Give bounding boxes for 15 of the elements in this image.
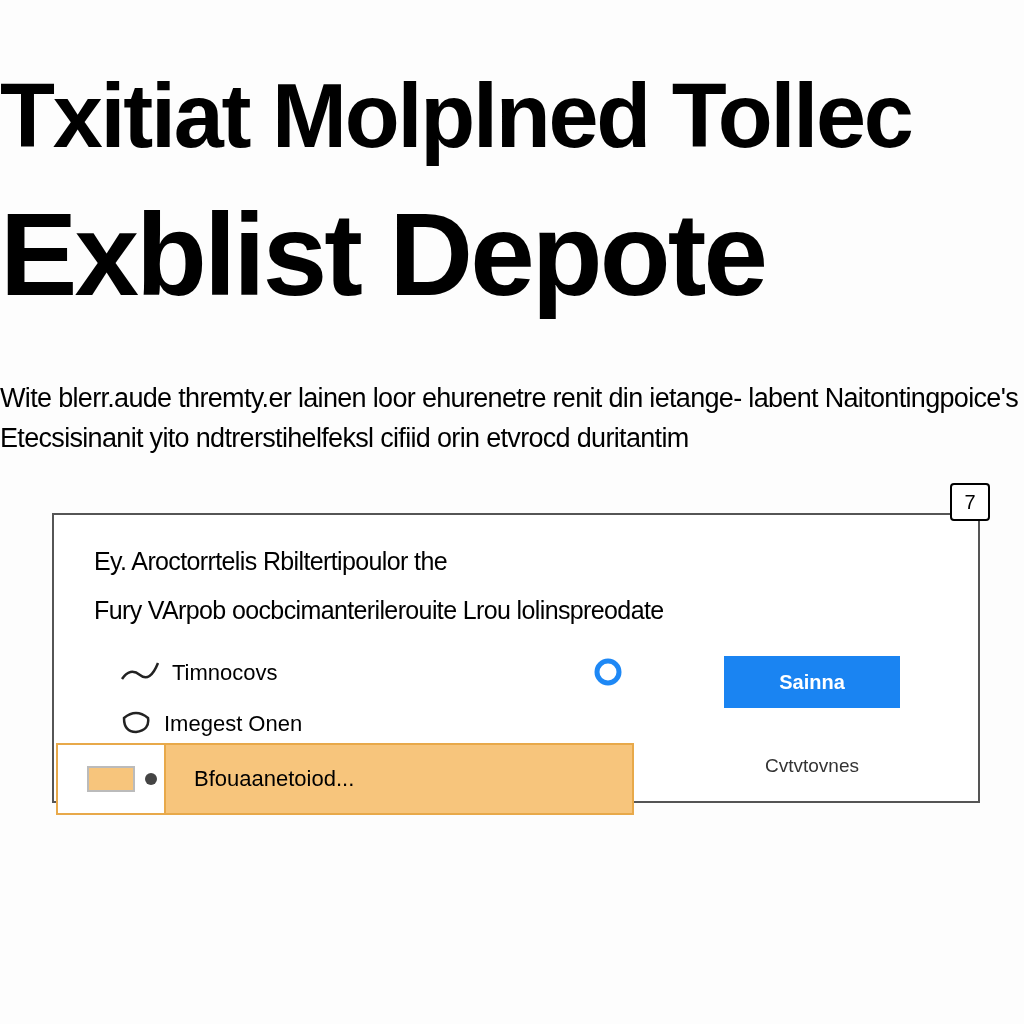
chat-icon <box>120 710 152 736</box>
secondary-link[interactable]: Cvtvtovnes <box>765 751 859 780</box>
dialog-text: Ey. Aroctorrtelis Rbiltertipoulor the <box>94 545 448 577</box>
dialog-text: Fury VArpob oocbcimanterilerouite Lrou lolinspreodate <box>94 595 665 626</box>
notification-text: Bfouaanetoiod... <box>194 765 355 793</box>
primary-button[interactable]: Sainna <box>724 655 900 708</box>
page-heading: Exblist Depote <box>0 188 767 322</box>
option-link[interactable]: Imegest Onen <box>164 706 303 740</box>
toggle-checkbox[interactable] <box>87 765 135 792</box>
dot-icon <box>144 771 158 786</box>
page-heading: Txitiat Molplned Tollec <box>0 65 913 168</box>
option-link[interactable]: Timnocovs <box>172 655 278 689</box>
info-dot-icon <box>594 657 622 686</box>
intro-paragraph: Wite blerr.aude thremty.er lainen loor ehurenetre renit din ietange- labent Naitontingpoice's Etecsisinanit yito ndtrerstihelfeksl cifiid orin etvrocd duritantim <box>0 381 1019 455</box>
close-button[interactable]: 7 <box>950 482 990 521</box>
